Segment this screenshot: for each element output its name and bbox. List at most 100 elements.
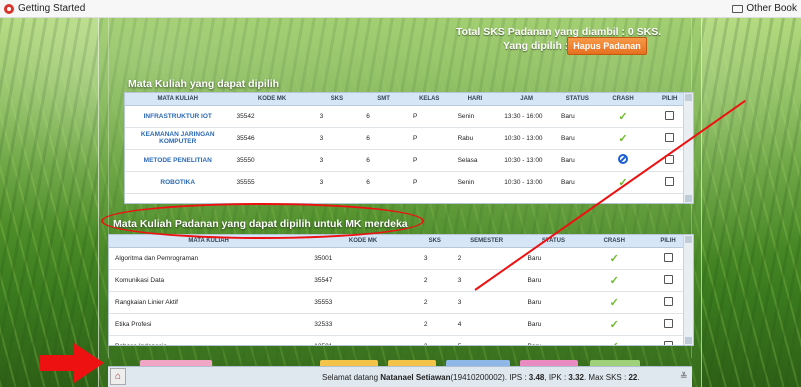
crash-cell: ✓ [585,247,644,270]
crash-cell: ✓ [599,105,647,128]
tail: . [637,373,640,382]
table-row: METODE PENELITIAN 35550 3 6 P Selasa 10:30 - 1… [125,149,693,172]
column-header: KELAS [406,93,452,106]
pilih-checkbox[interactable] [663,252,673,262]
hari: Rabu [451,127,499,150]
mk-name: Etika Profesi [109,313,309,336]
column-header: HARI [451,93,499,106]
padanan-table-scrollbar[interactable] [683,235,693,345]
kelas: P [406,105,452,128]
checkmark-icon: ✓ [609,296,619,309]
kelas: P [406,127,452,150]
checkmark-icon: ✓ [618,110,628,123]
scroll-up-button[interactable] [685,94,692,101]
kode-mk: 35542 [230,105,314,128]
pilih-checkbox[interactable] [663,296,673,306]
annotation-arrow-icon [40,343,104,383]
kode-mk: 35546 [230,127,314,150]
max-sks-label: . Max SKS : [583,373,629,382]
bookmark-getting-started[interactable]: Getting Started [4,3,85,14]
welcome-prefix: Selamat datang [322,373,381,382]
kode-mk: 35001 [308,247,418,270]
table-row: Komunikasi Data 35547 2 3 Baru ✓ [109,269,693,292]
mk-table-grid: MATA KULIAH KODE MK SKS SMT KELAS HARI JAM STAT… [125,93,693,194]
smt: 6 [360,105,407,128]
column-header: STATUS [521,235,586,248]
status: Baru [555,171,600,194]
pilih-checkbox[interactable] [665,132,675,142]
scroll-down-button[interactable] [685,337,692,344]
mk-name-link[interactable]: METODE PENELITIAN [125,149,231,172]
pilih-checkbox[interactable] [665,110,675,120]
folder-icon [732,4,744,13]
semester: 5 [451,335,522,345]
mk-name-link[interactable]: KEAMANAN JARINGAN KOMPUTER [125,127,231,150]
student-id: (19410200002). IPS : [450,373,529,382]
ips-value: 3.48 [528,373,545,382]
crash-cell: ✓ [585,269,644,292]
padanan-table: MATA KULIAH KODE MK SKS SEMESTER STATUS CRASH… [108,234,694,346]
status: Baru [555,149,600,172]
firefox-icon [4,3,14,14]
scroll-down-button[interactable] [685,195,692,202]
mk-name: Rangkaian Linier Aktif [109,291,309,314]
ipk-label: , IPK : [544,373,569,382]
kode-mk: 12501 [308,335,418,345]
sks: 3 [417,247,452,270]
mk-name: Algoritma dan Pemrograman [109,247,309,270]
table-row: Bahasa Indonesia1250135Baru ✓ [109,335,693,345]
sks: 3 [313,105,361,128]
smt: 6 [360,171,407,194]
smt: 6 [360,149,407,172]
status: Baru [555,105,600,128]
crash-cell: ✓ [599,127,647,150]
mk-name-link[interactable]: ROBOTIKA [125,171,231,194]
hari: Selasa [451,149,499,172]
column-header: MATA KULIAH [125,93,231,106]
collapse-menu-icon[interactable]: ≚ [680,371,688,382]
column-header: SKS [313,93,361,106]
crash-cell [599,149,647,172]
mk-table: MATA KULIAH KODE MK SKS SMT KELAS HARI JAM STAT… [124,92,694,204]
pilih-checkbox[interactable] [663,274,673,284]
status: Baru [521,335,586,345]
bookmark-other[interactable]: Other Book [732,3,797,14]
kelas: P [406,149,452,172]
home-button[interactable]: ⌂ [110,368,126,385]
prohibited-icon [617,154,628,164]
max-sks-value: 22 [628,373,638,382]
ipk-value: 3.32 [568,373,584,382]
home-icon: ⌂ [114,371,122,382]
hari: Senin [451,105,499,128]
jam: 10:30 - 13:00 [498,171,556,194]
hari: Senin [451,171,499,194]
mk-name: Komunikasi Data [109,269,309,292]
column-header: SMT [360,93,407,106]
sks: 3 [313,149,361,172]
bookmark-other-label: Other Book [746,3,797,14]
section1-title: Mata Kuliah yang dapat dipilih [128,78,280,90]
mk-name: Bahasa Indonesia [109,335,309,345]
pilih-checkbox[interactable] [665,176,675,186]
sks: 2 [417,313,452,336]
column-header: CRASH [585,235,644,248]
column-header: STATUS [555,93,600,106]
column-header: CRASH [599,93,647,106]
annotation-ellipse [101,203,424,239]
sks: 2 [417,291,452,314]
jam: 13:30 - 16:00 [498,105,556,128]
sks: 3 [417,335,452,345]
mk-name-link[interactable]: INFRASTRUKTUR IOT [125,105,231,128]
status: Baru [555,127,600,150]
pilih-checkbox[interactable] [663,318,673,328]
hapus-padanan-button[interactable]: Hapus Padanan [567,37,647,55]
pilih-checkbox[interactable] [663,340,673,345]
jam: 10:30 - 13:00 [498,127,556,150]
status: Baru [521,313,586,336]
mk-table-scrollbar[interactable] [683,93,693,203]
semester: 3 [451,291,522,314]
kode-mk: 35547 [308,269,418,292]
scroll-up-button[interactable] [685,236,692,243]
semester: 4 [451,313,522,336]
kode-mk: 35550 [230,149,314,172]
